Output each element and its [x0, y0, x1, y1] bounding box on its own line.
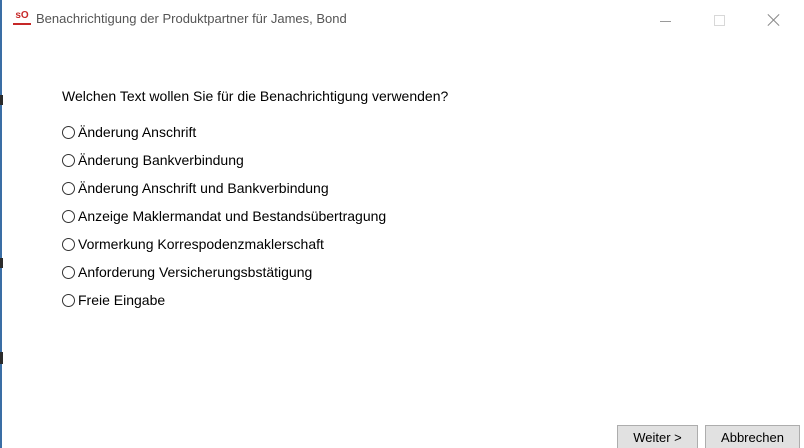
radio-option-maklermandat[interactable]: Anzeige Maklermandat und Bestandsübertra… [62, 202, 386, 230]
radio-option-label[interactable]: Anzeige Maklermandat und Bestandsübertra… [78, 208, 386, 224]
radio-option-aenderung-bankverbindung[interactable]: Änderung Bankverbindung [62, 146, 386, 174]
radio-button-icon[interactable] [62, 181, 75, 195]
radio-button-icon[interactable] [62, 265, 75, 279]
app-icon: sO [13, 10, 31, 25]
radio-button-icon[interactable] [62, 237, 75, 251]
radio-button-icon[interactable] [62, 209, 75, 223]
next-button[interactable]: Weiter > [617, 425, 698, 448]
close-icon [767, 13, 781, 27]
radio-button-icon[interactable] [62, 153, 75, 167]
radio-option-label[interactable]: Änderung Anschrift [78, 124, 196, 140]
radio-option-freie-eingabe[interactable]: Freie Eingabe [62, 286, 386, 314]
close-button[interactable] [750, 0, 796, 40]
maximize-icon [714, 15, 725, 26]
border-mark [0, 352, 3, 364]
window-title: Benachrichtigung der Produktpartner für … [36, 11, 347, 26]
radio-option-label[interactable]: Änderung Anschrift und Bankverbindung [78, 180, 329, 196]
window-left-border [0, 0, 3, 448]
radio-option-aenderung-anschrift[interactable]: Änderung Anschrift [62, 118, 386, 146]
border-mark [0, 258, 3, 268]
radio-button-icon[interactable] [62, 293, 75, 307]
option-radio-group: Änderung Anschrift Änderung Bankverbindu… [62, 118, 386, 314]
cancel-button[interactable]: Abbrechen [705, 425, 800, 448]
minimize-icon [660, 21, 671, 22]
radio-button-icon[interactable] [62, 125, 75, 139]
radio-option-label[interactable]: Vormerkung Korrespodenzmaklerschaft [78, 236, 324, 252]
maximize-button[interactable] [696, 0, 742, 40]
title-bar[interactable]: sO Benachrichtigung der Produktpartner f… [2, 0, 804, 40]
radio-option-korrespondenzmaklerschaft[interactable]: Vormerkung Korrespodenzmaklerschaft [62, 230, 386, 258]
radio-option-label[interactable]: Änderung Bankverbindung [78, 152, 244, 168]
minimize-button[interactable] [642, 0, 688, 40]
question-label: Welchen Text wollen Sie für die Benachri… [62, 88, 449, 104]
radio-option-label[interactable]: Anforderung Versicherungsbstätigung [78, 264, 312, 280]
dialog-window: sO Benachrichtigung der Produktpartner f… [0, 0, 804, 448]
radio-option-anschrift-und-bankverbindung[interactable]: Änderung Anschrift und Bankverbindung [62, 174, 386, 202]
radio-option-label[interactable]: Freie Eingabe [78, 292, 165, 308]
radio-option-versicherungsbestaetigung[interactable]: Anforderung Versicherungsbstätigung [62, 258, 386, 286]
border-mark [0, 95, 3, 105]
